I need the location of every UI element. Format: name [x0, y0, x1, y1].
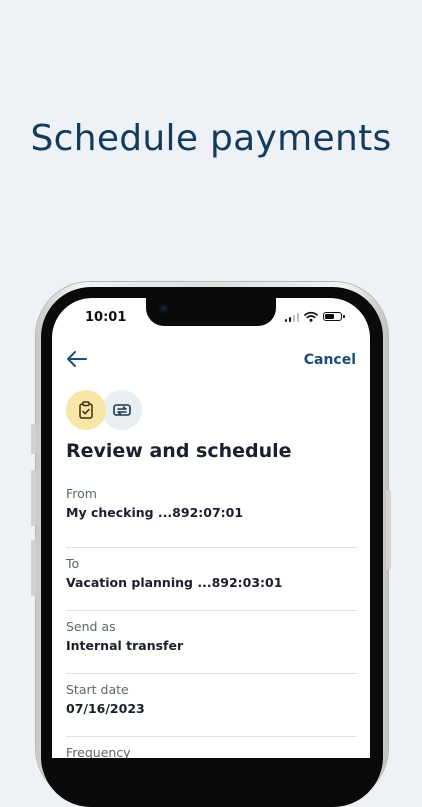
- arrow-left-icon[interactable]: [66, 350, 88, 368]
- cancel-button[interactable]: Cancel: [304, 352, 356, 368]
- field-to: To Vacation planning ...892:03:01: [66, 548, 357, 611]
- battery-icon: [323, 312, 345, 321]
- screen-title: Review and schedule: [66, 440, 292, 462]
- step-review: [66, 390, 106, 430]
- review-fields: From My checking ...892:07:01 To Vacatio…: [66, 486, 357, 758]
- field-from: From My checking ...892:07:01: [66, 486, 357, 548]
- status-time: 10:01: [85, 310, 127, 325]
- field-value: Internal transfer: [66, 638, 184, 653]
- phone-side-button: [31, 470, 36, 526]
- status-icons: [284, 311, 345, 322]
- transfer-icon: [113, 404, 131, 416]
- field-label: To: [66, 556, 80, 571]
- step-indicator: [66, 390, 146, 432]
- signal-icon: [284, 312, 299, 322]
- phone-notch: [146, 298, 276, 326]
- field-frequency: Frequency: [66, 737, 357, 758]
- phone-screen: 10:01 Cancel Review and schedule From My…: [52, 298, 370, 758]
- wifi-icon: [304, 311, 318, 322]
- field-send-as: Send as Internal transfer: [66, 611, 357, 674]
- phone-side-button: [386, 490, 391, 570]
- field-value: Vacation planning ...892:03:01: [66, 575, 283, 590]
- field-label: Start date: [66, 682, 129, 697]
- field-start-date: Start date 07/16/2023: [66, 674, 357, 737]
- field-value: 07/16/2023: [66, 701, 145, 716]
- field-label: Send as: [66, 619, 116, 634]
- phone-side-button: [31, 424, 36, 454]
- field-label: From: [66, 486, 97, 501]
- field-label: Frequency: [66, 745, 131, 758]
- camera-icon: [159, 304, 168, 313]
- phone-side-button: [31, 540, 36, 596]
- page-headline: Schedule payments: [30, 118, 392, 159]
- step-transfer: [102, 390, 142, 430]
- field-value: My checking ...892:07:01: [66, 505, 244, 520]
- clipboard-check-icon: [79, 401, 93, 419]
